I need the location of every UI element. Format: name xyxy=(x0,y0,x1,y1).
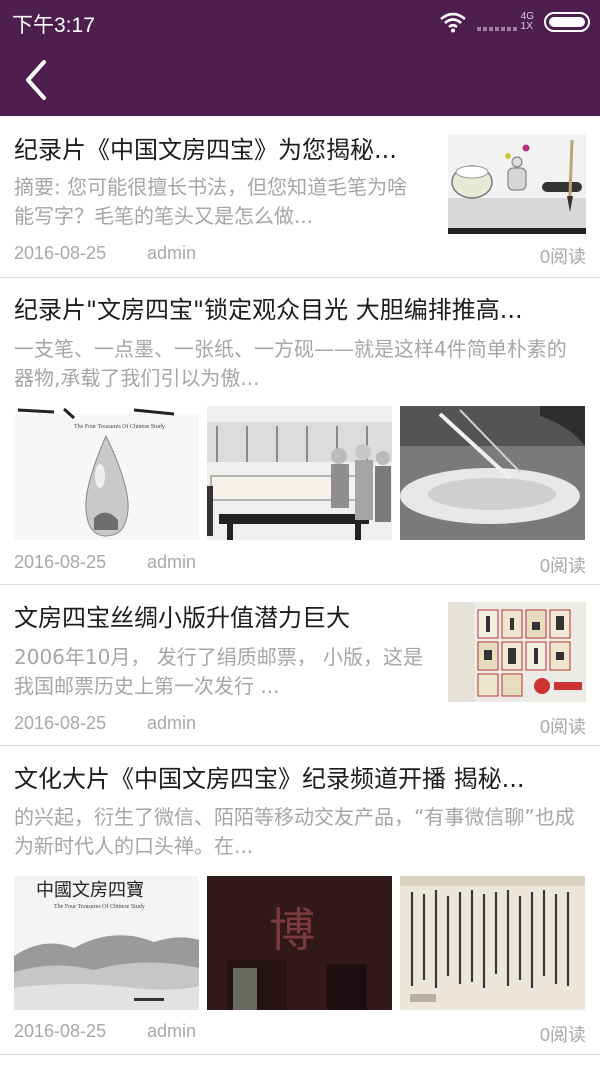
article-image-papermaking xyxy=(400,406,585,540)
article-image-row: The Four Treasures Of Chinese Study xyxy=(14,406,586,540)
article-author: admin xyxy=(147,713,197,733)
article-list: 纪录片《中国文房四宝》为您揭秘... 摘要: 您可能很擅长书法，但您知道毛笔为啥… xyxy=(0,116,600,1055)
signal-icon: 4G 1X xyxy=(476,12,534,32)
article-read-count: 0阅读 xyxy=(539,1025,586,1045)
article-title: 文房四宝丝绸小版升值潜力巨大 xyxy=(14,604,350,632)
article-summary: 的兴起，衍生了微信、陌陌等移动交友产品，“有事微信聊”也成为新时代人的口头禅。在… xyxy=(14,805,575,858)
app-bar xyxy=(0,44,600,116)
article-author: admin xyxy=(147,552,197,572)
divider xyxy=(0,584,600,585)
back-chevron-icon[interactable] xyxy=(22,58,62,102)
article-title: 纪录片"文房四宝"锁定观众目光 大胆编排推高... xyxy=(14,296,523,324)
article-thumbnail-stamps xyxy=(448,602,586,702)
article-image-calligraphy xyxy=(400,876,585,1010)
article-image-row: 中國文房四寶 The Four Treasures Of Chinese Stu… xyxy=(14,876,586,1010)
network-type-bottom: 1X xyxy=(520,21,533,32)
article-image-museum: 博 xyxy=(207,876,392,1010)
status-time: 下午3:17 xyxy=(12,14,95,37)
article-image-poster: 中國文房四寶 The Four Treasures Of Chinese Stu… xyxy=(14,876,199,1010)
image-caption-text: The Four Treasures Of Chinese Study xyxy=(74,423,165,430)
divider xyxy=(0,745,600,746)
battery-icon xyxy=(544,12,590,32)
divider xyxy=(0,1054,600,1055)
article-image-ink-drop: The Four Treasures Of Chinese Study xyxy=(14,406,199,540)
wifi-icon xyxy=(439,12,466,33)
image-caption-text: The Four Treasures Of Chinese Study xyxy=(54,903,145,910)
article-date: 2016-08-25 xyxy=(14,1021,107,1041)
status-bar: 下午3:17 4G 1X xyxy=(0,0,600,44)
article-read-count: 0阅读 xyxy=(539,556,586,576)
article-summary: 2006年10月， 发行了绢质邮票， 小版，这是我国邮票历史上第一次发行 ... xyxy=(14,645,424,698)
status-icons: 4G 1X xyxy=(439,8,590,36)
article-date: 2016-08-25 xyxy=(14,552,107,572)
article-read-count: 0阅读 xyxy=(539,717,586,737)
image-title-text: 中國文房四寶 xyxy=(36,880,144,901)
article-date: 2016-08-25 xyxy=(14,713,107,733)
article-title: 文化大片《中国文房四宝》纪录频道开播 揭秘... xyxy=(14,765,525,793)
article-author: admin xyxy=(147,1021,197,1041)
article-image-scroll-viewing xyxy=(207,406,392,540)
article-summary: 一支笔、一点墨、一张纸、一方砚——就是这样4件简单朴素的器物,承载了我们引以为傲… xyxy=(14,337,567,390)
image-char-text: 博 xyxy=(269,903,315,957)
